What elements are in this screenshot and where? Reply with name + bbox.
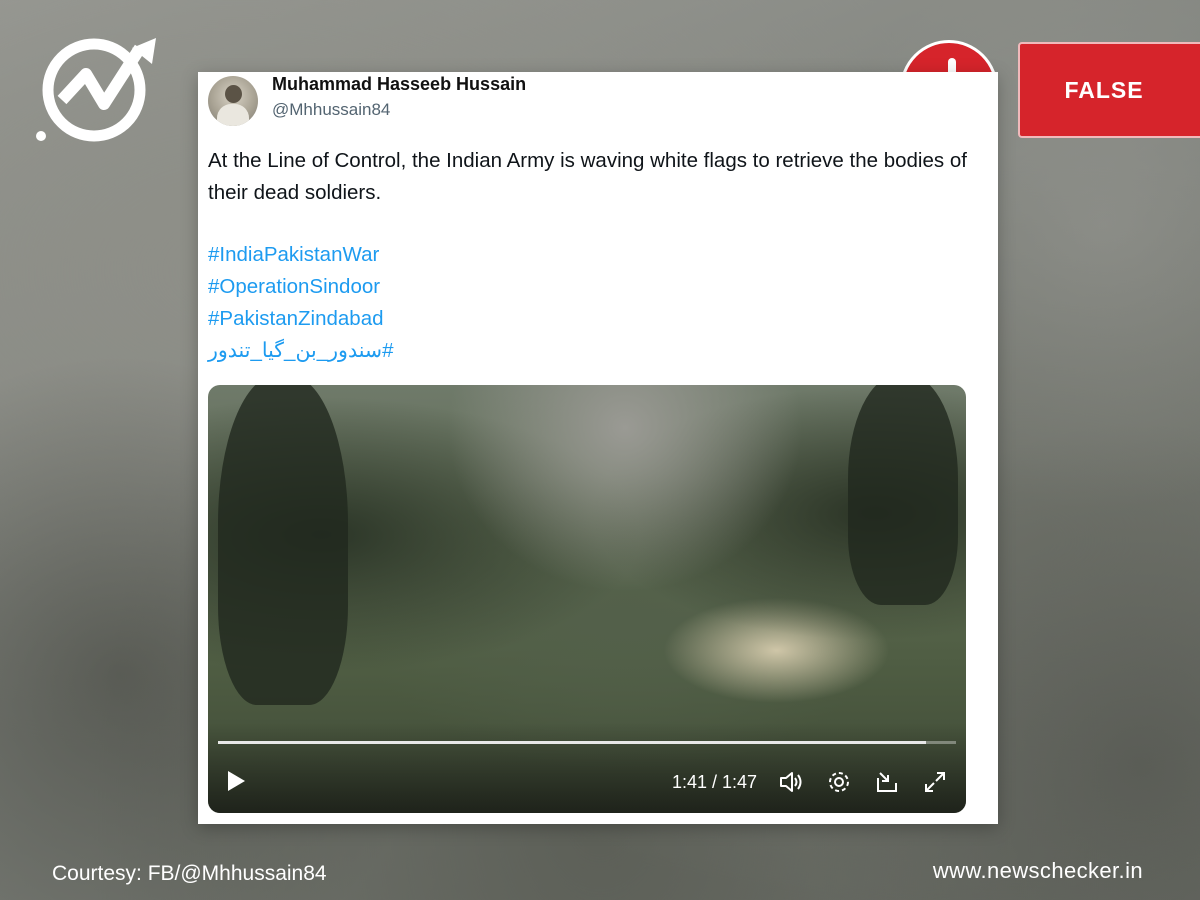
video-controls-shade	[208, 723, 966, 813]
social-post-card: Muhammad Hasseeb Hussain @Mhhussain84 At…	[198, 72, 998, 824]
hashtag-link[interactable]: #OperationSindoor	[208, 271, 393, 303]
avatar[interactable]	[208, 76, 258, 126]
video-frame-tree	[218, 385, 348, 705]
video-player[interactable]: 1:41 / 1:47	[208, 385, 966, 813]
volume-icon[interactable]	[778, 769, 804, 795]
video-progress-bar[interactable]	[218, 741, 956, 744]
video-time: 1:41 / 1:47	[672, 772, 758, 792]
hashtag-link[interactable]: #PakistanZindabad	[208, 303, 393, 335]
video-frame-tree	[848, 385, 958, 605]
hashtag-link[interactable]: #سندور_بن_گیا_تندور	[208, 335, 393, 367]
verdict-badge: FALSE	[1018, 42, 1200, 138]
video-progress-fill	[218, 741, 927, 744]
newschecker-logo-icon	[34, 34, 162, 142]
author-handle[interactable]: @Mhhussain84	[272, 100, 390, 120]
website-url[interactable]: www.newschecker.in	[933, 858, 1143, 884]
pip-icon[interactable]	[874, 769, 900, 795]
hashtag-list: #IndiaPakistanWar #OperationSindoor #Pak…	[208, 239, 393, 367]
author-name[interactable]: Muhammad Hasseeb Hussain	[272, 74, 526, 95]
play-icon[interactable]	[228, 771, 245, 791]
settings-icon[interactable]	[826, 769, 852, 795]
post-text: At the Line of Control, the Indian Army …	[208, 149, 967, 204]
hashtag-link[interactable]: #IndiaPakistanWar	[208, 239, 393, 271]
verdict-label: FALSE	[1064, 76, 1144, 103]
courtesy-credit: Courtesy: FB/@Mhhussain84	[52, 862, 327, 885]
fullscreen-icon[interactable]	[922, 769, 948, 795]
